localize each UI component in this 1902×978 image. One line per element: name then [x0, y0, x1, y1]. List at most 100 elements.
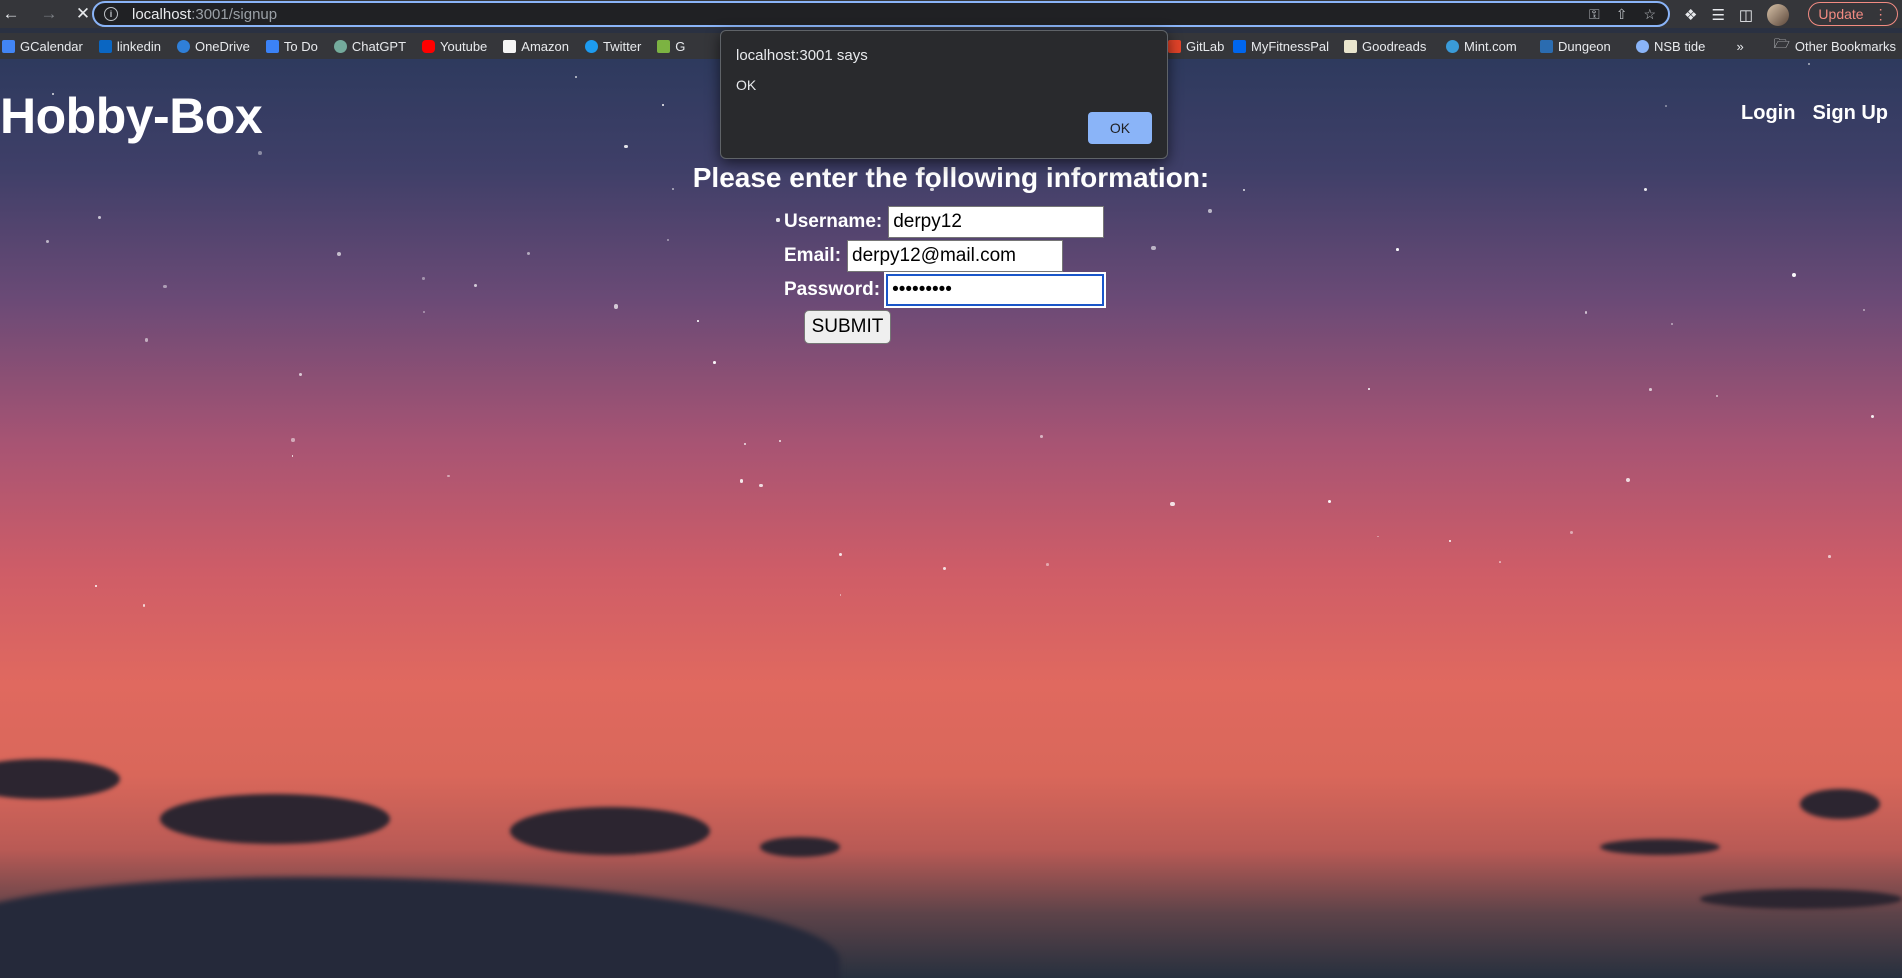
bookmark-chatgpt[interactable]: ChatGPT — [326, 39, 414, 54]
bookmark-goodreads[interactable]: Goodreads — [1336, 39, 1434, 54]
bookmark-gcalendar[interactable]: GCalendar — [0, 39, 91, 54]
forward-icon[interactable]: → — [38, 3, 60, 25]
bookmark-twitter[interactable]: Twitter — [577, 39, 649, 54]
bookmark-label: ChatGPT — [351, 38, 407, 54]
username-input[interactable] — [888, 206, 1105, 238]
star — [1715, 394, 1718, 397]
star — [1870, 414, 1875, 418]
bookmark-label: Amazon — [521, 38, 569, 54]
star-icon[interactable]: ☆ — [1643, 6, 1656, 23]
tide-icon — [1636, 39, 1649, 53]
amazon-icon — [503, 39, 517, 53]
bookmark-label: GCalendar — [20, 38, 83, 54]
star — [776, 218, 780, 222]
update-button[interactable]: Update ⋮ — [1808, 2, 1898, 26]
checkmark-icon — [265, 39, 279, 53]
bookmark-gitlab[interactable]: GitLab — [1160, 39, 1232, 54]
profile-avatar[interactable] — [1767, 4, 1790, 26]
bookmark-mint[interactable]: Mint.com — [1438, 39, 1525, 54]
form-heading: Please enter the following information: — [692, 162, 1210, 193]
update-label: Update — [1818, 6, 1864, 22]
mint-icon — [1446, 39, 1459, 53]
star — [743, 443, 746, 446]
more-menu-icon[interactable]: ⋮ — [1874, 6, 1888, 23]
extensions-icon[interactable]: ❖ — [1684, 6, 1697, 24]
bookmark-g[interactable]: G — [649, 39, 693, 54]
password-input[interactable] — [884, 272, 1107, 308]
brand-logo[interactable]: Hobby-Box — [0, 87, 263, 145]
alert-dialog: localhost:3001 says OK OK — [720, 30, 1168, 159]
star — [1328, 499, 1332, 503]
email-row: Email: — [784, 240, 1064, 272]
email-input[interactable] — [847, 240, 1064, 272]
star — [666, 238, 669, 242]
stop-loading-icon[interactable]: ✕ — [72, 3, 94, 25]
login-link[interactable]: Login — [1741, 102, 1795, 125]
youtube-icon — [422, 39, 436, 53]
bookmark-youtube[interactable]: Youtube — [414, 39, 495, 54]
bookmarks-overflow-icon[interactable]: » — [1736, 39, 1743, 54]
twitter-icon — [585, 39, 598, 53]
chatgpt-icon — [333, 39, 347, 53]
folder-icon: 🗁 — [1773, 36, 1790, 51]
star — [614, 304, 619, 309]
star — [759, 483, 763, 488]
password-label: Password: — [784, 279, 881, 300]
site-info-icon[interactable]: i — [104, 7, 118, 21]
star — [712, 361, 716, 365]
username-row: Username: — [784, 206, 1105, 238]
address-bar[interactable]: i localhost:3001/signup ⚿ ⇧ ☆ — [92, 1, 1670, 27]
star — [447, 475, 450, 478]
side-panel-icon[interactable]: ◫ — [1739, 6, 1753, 24]
bookmark-label: linkedin — [116, 38, 161, 54]
share-icon[interactable]: ⇧ — [1616, 6, 1628, 23]
bookmark-label: MyFitnessPal — [1251, 38, 1330, 54]
bookmark-nsb-tide[interactable]: NSB tide — [1628, 39, 1713, 54]
star — [1448, 539, 1452, 542]
bookmark-myfitnesspal[interactable]: MyFitnessPal — [1225, 39, 1337, 54]
star — [142, 603, 146, 607]
bookmark-todo[interactable]: To Do — [258, 39, 326, 54]
bookmark-onedrive[interactable]: OneDrive — [169, 39, 258, 54]
star — [1827, 555, 1831, 558]
star — [697, 320, 700, 323]
star — [98, 215, 102, 219]
bookmark-label: Goodreads — [1362, 38, 1427, 54]
dialog-message: OK — [736, 77, 757, 93]
signup-link[interactable]: Sign Up — [1812, 102, 1888, 125]
star — [45, 240, 49, 244]
bookmark-linkedin[interactable]: linkedin — [91, 39, 169, 54]
url-text[interactable]: localhost:3001/signup — [132, 6, 277, 23]
bookmark-dungeon[interactable]: Dungeon — [1532, 39, 1619, 54]
page-viewport: Hobby-Box Login Sign Up Please enter the… — [0, 59, 1902, 978]
star — [527, 252, 531, 256]
key-icon[interactable]: ⚿ — [1589, 6, 1600, 23]
star — [1791, 273, 1796, 278]
star — [1151, 245, 1156, 251]
bookmark-label: OneDrive — [194, 38, 250, 54]
star — [258, 151, 263, 156]
star — [1584, 311, 1588, 315]
other-bookmarks-label: Other Bookmarks — [1794, 38, 1896, 54]
back-icon[interactable]: ← — [0, 3, 22, 25]
star — [291, 454, 294, 457]
star — [1499, 560, 1502, 563]
star — [839, 594, 842, 597]
star — [1208, 209, 1212, 213]
star — [1570, 531, 1574, 535]
other-bookmarks[interactable]: 🗁 Other Bookmarks — [1766, 35, 1902, 57]
reading-list-icon[interactable]: ☰ — [1711, 6, 1724, 24]
star — [1648, 387, 1652, 391]
star — [1170, 501, 1175, 506]
dialog-title: localhost:3001 says — [736, 47, 868, 64]
star — [291, 438, 295, 442]
star — [1040, 435, 1043, 438]
submit-button[interactable]: SUBMIT — [804, 310, 891, 344]
bookmark-amazon[interactable]: Amazon — [495, 39, 577, 54]
star — [163, 284, 167, 289]
star — [942, 566, 947, 571]
top-nav: Login Sign Up — [1741, 102, 1888, 125]
dialog-ok-button[interactable]: OK — [1088, 112, 1152, 144]
star — [624, 145, 628, 149]
star — [1368, 388, 1371, 391]
